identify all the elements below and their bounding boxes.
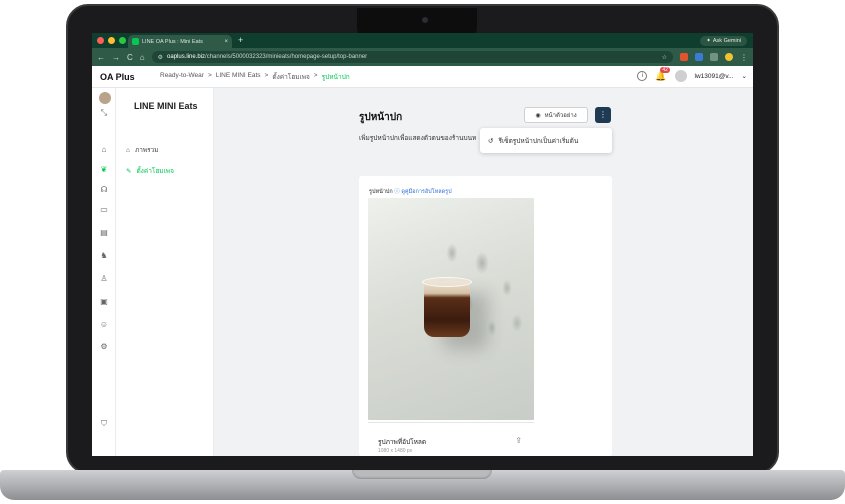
header-actions: i 🔔 42 lw13091@v... ⌄ — [637, 66, 747, 82]
app-header: OA Plus Ready-to-Wear > LINE MINI Eats >… — [92, 66, 753, 88]
notification-badge: 42 — [660, 66, 670, 73]
close-window-button[interactable] — [97, 37, 104, 44]
sidebar-item-label: ภาพรวม — [134, 147, 159, 154]
minimize-window-button[interactable] — [108, 37, 115, 44]
gemini-icon: ✦ — [706, 38, 711, 44]
extension-icon[interactable] — [680, 53, 688, 61]
back-button[interactable]: ← — [97, 53, 105, 62]
more-options-button[interactable]: ⋮ — [595, 107, 611, 123]
reload-button[interactable]: C — [127, 53, 133, 62]
billing-icon[interactable]: ▣ — [99, 297, 109, 307]
upload-size: 1080 x 1480 px — [378, 448, 413, 454]
breadcrumb-item[interactable]: Ready-to-Wear — [160, 72, 204, 82]
cover-image-card: รูปหน้าปก ⓘ ดูคู่มือการอัปโหลดรูป รูปภาพ… — [359, 176, 612, 456]
browser-tab-bar: LINE OA Plus : Mini Eats × + ✦ Ask Gemin… — [92, 33, 753, 48]
store-icon[interactable]: ▤ — [99, 228, 109, 238]
card-label-text: รูปหน้าปก — [369, 189, 393, 195]
url-host: oaplus.line.biz — [167, 54, 206, 60]
coffee-glass — [424, 281, 470, 337]
sidebar-title: LINE MINI Eats — [134, 101, 198, 111]
options-dropdown-menu: ↺ รีเซ็ตรูปหน้าปกเป็นค่าเริ่มต้น — [480, 128, 612, 153]
icon-rail: ⤡ ⌂ ❦ ☊ ▭ ▤ ♞ ♙ ▣ ☺ ⚙ ⛉ — [92, 88, 116, 456]
cover-image-preview[interactable] — [368, 198, 534, 420]
collapse-icon[interactable]: ⤡ — [99, 108, 109, 118]
breadcrumb-separator: > — [264, 71, 269, 79]
extension-icon[interactable] — [695, 53, 703, 61]
chat-icon[interactable]: ▭ — [99, 205, 109, 215]
sidebar-item-overview[interactable]: ⌂ ภาพรวม — [126, 145, 159, 155]
gemini-label: Ask Gemini — [712, 38, 741, 44]
upload-guide-link[interactable]: ดูคู่มือการอัปโหลดรูป — [401, 189, 451, 195]
settings-icon[interactable]: ⚙ — [99, 342, 109, 352]
ask-gemini-button[interactable]: ✦ Ask Gemini — [700, 36, 747, 46]
bell-icon[interactable]: 🔔 42 — [655, 66, 670, 82]
tab-close-icon[interactable]: × — [224, 39, 228, 45]
analytics-icon[interactable]: ♞ — [99, 251, 109, 261]
sidebar-item-homepage-setup[interactable]: ✎ ตั้งค่าโฮมเพจ — [126, 166, 174, 176]
browser-tab[interactable]: LINE OA Plus : Mini Eats × — [128, 35, 232, 48]
url-path: /channels/5000032323/minieats/homepage-s… — [205, 54, 368, 60]
sidepanel-icon[interactable] — [710, 53, 718, 61]
bookmark-star-icon[interactable]: ☆ — [662, 54, 667, 61]
reset-icon: ↺ — [488, 137, 494, 145]
shield-icon[interactable]: ⛉ — [99, 419, 109, 429]
card-label: รูปหน้าปก ⓘ ดูคู่มือการอัปโหลดรูป — [369, 187, 452, 196]
url-text: oaplus.line.biz/channels/5000032323/mini… — [167, 54, 367, 60]
breadcrumb-separator: > — [313, 71, 318, 79]
breadcrumb-separator: > — [207, 71, 212, 79]
page-title: รูปหน้าปก — [359, 112, 403, 123]
profile-icon[interactable] — [725, 53, 733, 61]
webcam — [422, 17, 428, 23]
macbook-mockup: LINE OA Plus : Mini Eats × + ✦ Ask Gemin… — [0, 0, 845, 504]
brand-logo[interactable]: OA Plus — [100, 72, 160, 82]
new-tab-button[interactable]: + — [238, 35, 243, 45]
home-button[interactable]: ⌂ — [140, 53, 145, 62]
forward-button[interactable]: → — [112, 53, 120, 62]
chevron-down-icon[interactable]: ⌄ — [742, 72, 747, 80]
browser-toolbar: ← → C ⌂ ⚙ oaplus.line.biz/channels/50000… — [92, 48, 753, 66]
info-icon[interactable]: i — [637, 71, 648, 81]
reset-cover-menu-item[interactable]: รีเซ็ตรูปหน้าปกเป็นค่าเริ่มต้น — [498, 136, 578, 146]
breadcrumb-current: รูปหน้าปก — [321, 73, 350, 81]
page-description: เพิ่มรูปหน้าปกเพื่อแสดงตัวตนของร้านบนห — [359, 135, 477, 142]
maximize-window-button[interactable] — [119, 37, 126, 44]
coffee-glass-rim — [422, 277, 472, 287]
breadcrumb-item[interactable]: LINE MINI Eats — [216, 72, 261, 82]
screen: LINE OA Plus : Mini Eats × + ✦ Ask Gemin… — [92, 33, 753, 456]
app-body: ⤡ ⌂ ❦ ☊ ▭ ▤ ♞ ♙ ▣ ☺ ⚙ ⛉ LINE MINI Eats ⌂… — [92, 88, 753, 456]
shop-avatar-icon[interactable] — [99, 92, 111, 104]
mini-eats-icon[interactable]: ❦ — [99, 165, 109, 175]
home-icon: ⌂ — [126, 146, 130, 154]
home-icon[interactable]: ⌂ — [99, 145, 109, 155]
megaphone-icon[interactable]: ☊ — [99, 185, 109, 195]
breadcrumb: Ready-to-Wear > LINE MINI Eats > ตั้งค่า… — [160, 72, 350, 82]
upload-title: รูปภาพที่อัปโหลด — [378, 439, 427, 446]
address-bar[interactable]: ⚙ oaplus.line.biz/channels/5000032323/mi… — [151, 51, 673, 63]
preview-button-label: หน้าตัวอย่าง — [544, 113, 577, 119]
uploaded-image-row: รูปภาพที่อัปโหลด 1080 x 1480 px ⇪ — [368, 422, 534, 456]
laptop-base-groove — [352, 470, 492, 479]
sidebar: LINE MINI Eats ⌂ ภาพรวม ✎ ตั้งค่าโฮมเพจ — [116, 88, 214, 456]
site-info-icon[interactable]: ⚙ — [158, 54, 163, 61]
line-favicon-icon — [132, 38, 139, 45]
breadcrumb-item[interactable]: ตั้งค่าโฮมเพจ — [272, 72, 309, 82]
upload-icon[interactable]: ⇪ — [515, 436, 522, 445]
kebab-menu-icon[interactable]: ⋮ — [740, 53, 748, 62]
tab-title: LINE OA Plus : Mini Eats — [142, 38, 203, 45]
main-content: รูปหน้าปก เพิ่มรูปหน้าปกเพื่อแสดงตัวตนขอ… — [214, 88, 753, 456]
sidebar-item-label: ตั้งค่าโฮมเพจ — [136, 168, 174, 175]
window-controls — [97, 37, 126, 44]
eye-icon: ◉ — [535, 112, 541, 119]
user-name[interactable]: lw13091@v... — [695, 73, 734, 80]
user-icon[interactable]: ♙ — [99, 274, 109, 284]
avatar[interactable] — [674, 70, 687, 82]
bot-icon[interactable]: ☺ — [99, 320, 109, 330]
edit-icon: ✎ — [126, 168, 132, 175]
preview-button[interactable]: ◉ หน้าตัวอย่าง — [524, 107, 588, 123]
